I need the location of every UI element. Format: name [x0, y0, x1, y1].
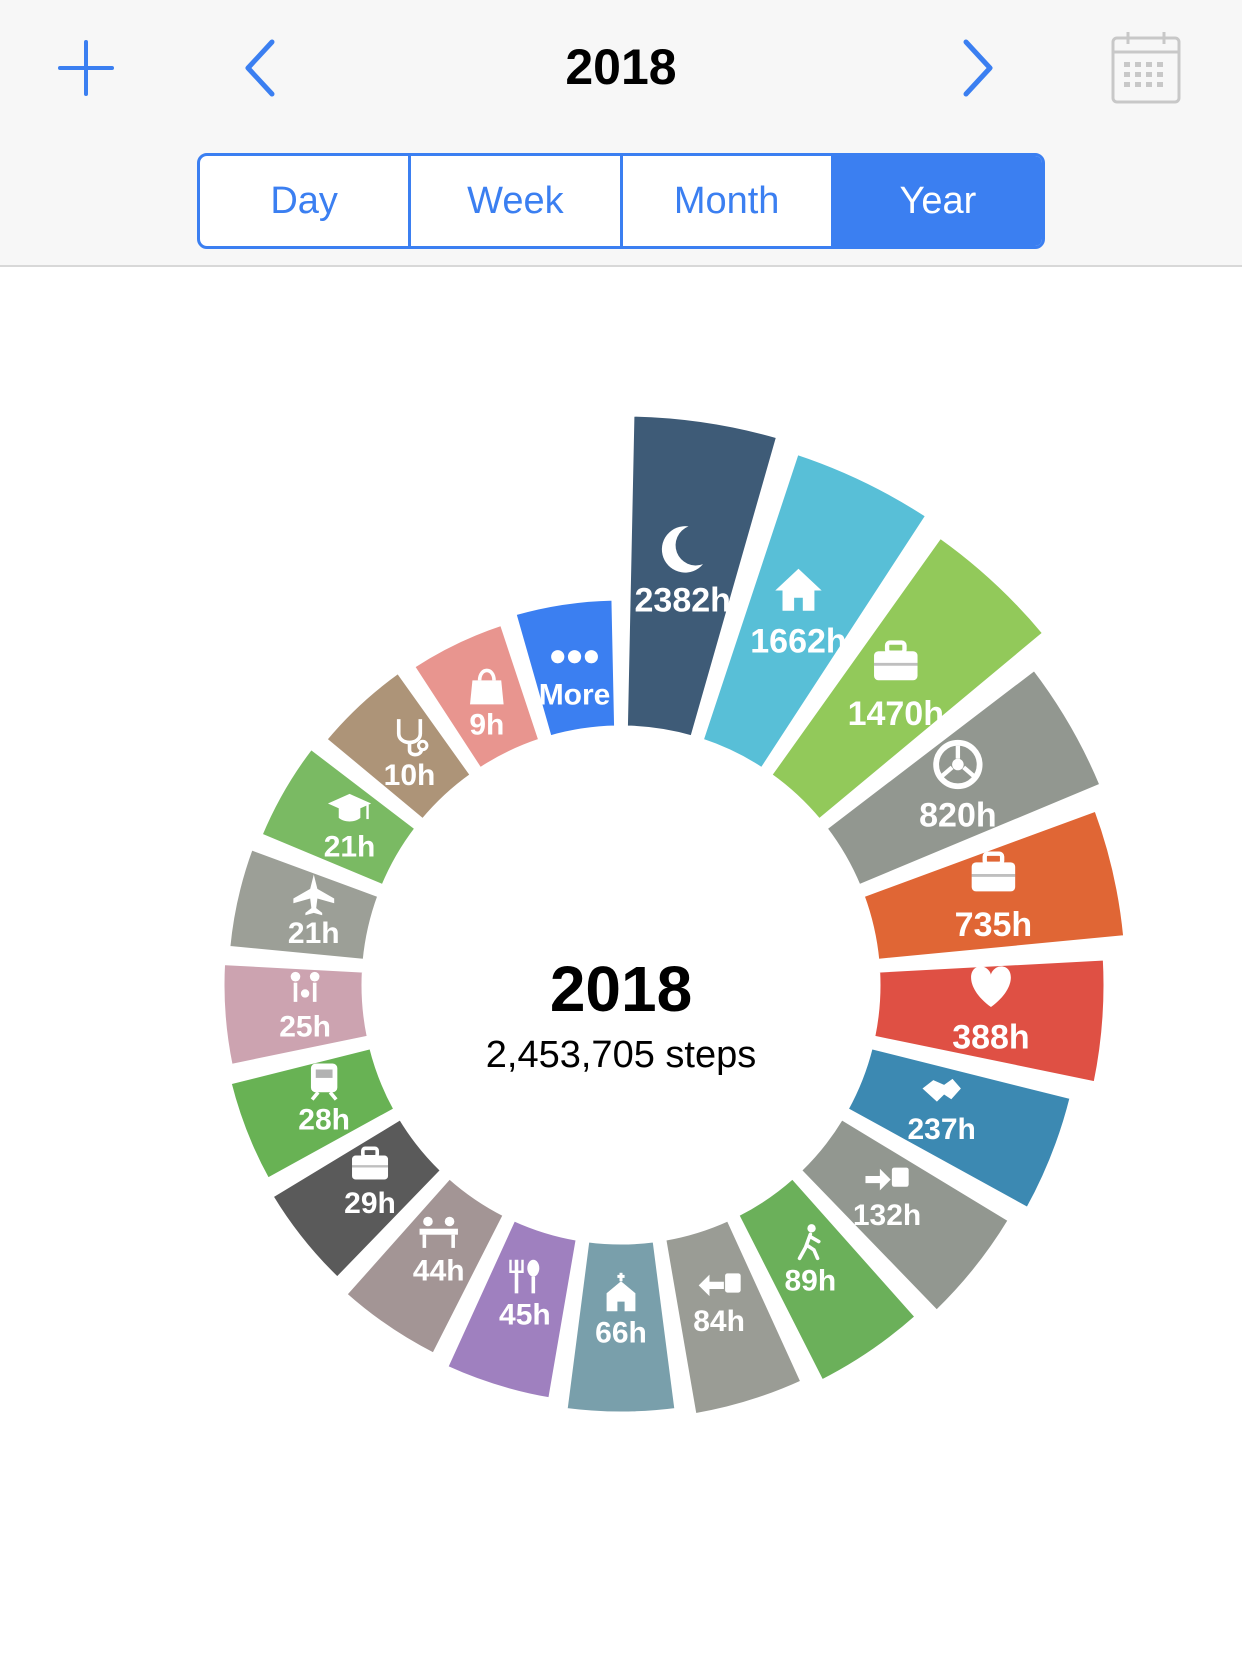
- chart-center-steps: 2,453,705 steps: [485, 1034, 757, 1076]
- next-period-button[interactable]: [958, 36, 998, 100]
- period-title: 2018: [565, 39, 677, 95]
- chart-segment-label: 29h: [344, 1187, 396, 1220]
- period-segmented-control: Day Week Month Year: [197, 153, 1045, 249]
- chart-segment-label: 820h: [919, 797, 997, 835]
- chart-segment-label: 45h: [499, 1299, 551, 1332]
- chart-segment-label: 84h: [693, 1305, 745, 1338]
- chart-segment-label: 66h: [595, 1316, 647, 1349]
- chart-segment-label: 44h: [413, 1254, 465, 1287]
- chart-center-title: 2018: [549, 953, 693, 1025]
- chart-segment-label: 1470h: [848, 695, 944, 733]
- tab-week[interactable]: Week: [411, 156, 623, 246]
- chevron-right-icon: [963, 39, 993, 97]
- tab-month[interactable]: Month: [623, 156, 834, 246]
- tab-day[interactable]: Day: [200, 156, 412, 246]
- chart-segment-label: 1662h: [750, 623, 846, 661]
- ellipsis-icon: [551, 650, 598, 664]
- chart-segment-label: 9h: [469, 708, 504, 741]
- chart-segment-label: 735h: [955, 906, 1033, 944]
- chart-segment-label: 2382h: [635, 582, 731, 620]
- chart-segment-label: 28h: [298, 1104, 350, 1137]
- chart-segment-label: 237h: [908, 1113, 976, 1146]
- chart-segment-label: 10h: [384, 759, 436, 792]
- chart-segment-label: 21h: [324, 830, 376, 863]
- chart-segment-label: 21h: [288, 917, 340, 950]
- chart-segment-label: 132h: [853, 1199, 921, 1232]
- calendar-icon: [1111, 32, 1181, 104]
- chart-segment-label: 89h: [784, 1265, 836, 1298]
- chart-segment-label: More: [539, 679, 611, 712]
- top-bar: 2018 Day Week Month Year: [0, 0, 1242, 267]
- tab-year[interactable]: Year: [833, 156, 1042, 246]
- calendar-button[interactable]: [1110, 30, 1182, 106]
